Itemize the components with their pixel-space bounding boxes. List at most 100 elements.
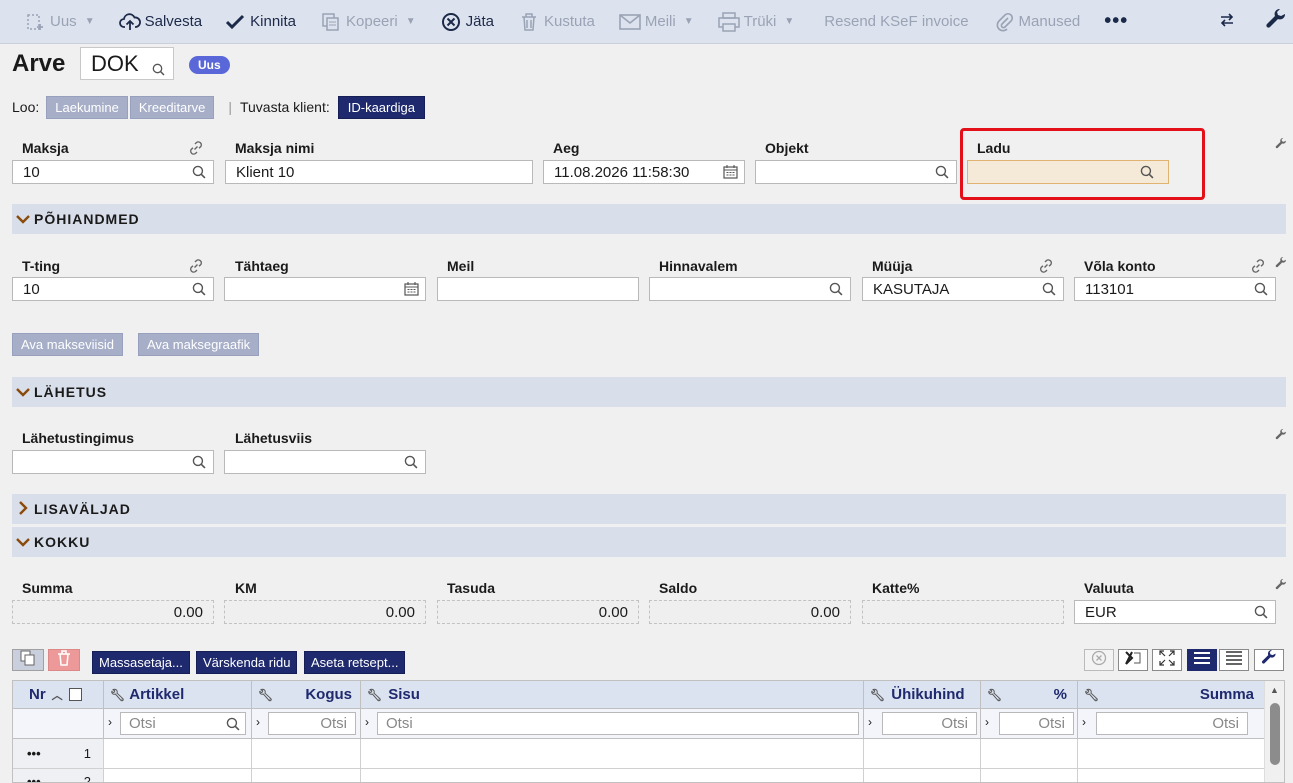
column-header-summa[interactable]: 🔧︎ Summa: [1078, 681, 1265, 709]
print-button[interactable]: Trüki ▼: [712, 0, 801, 44]
aeg-input[interactable]: 11.08.2026 11:58:30: [543, 160, 745, 184]
save-button[interactable]: Salvesta: [113, 0, 209, 44]
valuuta-input[interactable]: EUR: [1074, 600, 1276, 624]
search-icon[interactable]: [935, 165, 949, 183]
search-icon[interactable]: [1042, 282, 1056, 300]
grid-scrollbar[interactable]: ▲: [1264, 681, 1284, 782]
laekumine-button[interactable]: Laekumine: [46, 95, 128, 119]
search-icon[interactable]: [192, 282, 206, 300]
table-cell[interactable]: [1078, 769, 1265, 782]
column-header-kogus[interactable]: 🔧︎ Kogus: [252, 681, 361, 709]
tahtaeg-input[interactable]: [224, 277, 426, 301]
new-caret-icon[interactable]: ▼: [85, 16, 95, 27]
chevron-right-icon[interactable]: ›: [108, 715, 112, 729]
maksja-input[interactable]: 10: [12, 160, 214, 184]
search-icon[interactable]: [829, 282, 843, 300]
wrench-icon[interactable]: [1275, 428, 1287, 444]
more-menu-icon[interactable]: •••: [1104, 10, 1128, 33]
delete-rows-button[interactable]: [48, 649, 80, 671]
table-cell[interactable]: [981, 739, 1078, 769]
row-menu-icon[interactable]: •••: [27, 774, 41, 782]
link-icon[interactable]: [188, 258, 204, 279]
cancel-button[interactable]: Jäta: [434, 0, 500, 44]
wrench-icon[interactable]: 🔧︎: [367, 688, 382, 702]
compact-view-button[interactable]: [1187, 649, 1217, 671]
section-lisavaljad[interactable]: LISAVÄLJAD: [12, 494, 1286, 524]
scrollbar-thumb[interactable]: [1270, 703, 1280, 765]
filter-input-sisu[interactable]: Otsi: [377, 712, 859, 735]
insert-recipe-button[interactable]: Aseta retsept...: [304, 651, 406, 674]
doc-number-field[interactable]: DOK: [80, 47, 174, 80]
chevron-right-icon[interactable]: ›: [365, 715, 369, 729]
chevron-right-icon[interactable]: ›: [256, 715, 260, 729]
column-header-percent[interactable]: 🔧︎ %: [981, 681, 1078, 709]
payment-schedule-button[interactable]: Ava maksegraafik: [138, 333, 260, 356]
table-cell[interactable]: [864, 739, 981, 769]
attachments-button[interactable]: Manused: [987, 0, 1087, 44]
table-cell[interactable]: [361, 739, 864, 769]
calendar-icon[interactable]: [723, 165, 738, 183]
id-card-button[interactable]: ID-kaardiga: [337, 95, 425, 119]
column-header-nr[interactable]: Nr ︿: [13, 681, 104, 709]
wrench-icon[interactable]: [1275, 578, 1287, 594]
filter-input-kogus[interactable]: Otsi: [268, 712, 356, 735]
wrench-icon[interactable]: [1275, 256, 1287, 272]
column-header-sisu[interactable]: 🔧︎ Sisu: [361, 681, 864, 709]
table-cell[interactable]: [1078, 739, 1265, 769]
column-header-uhikuhind[interactable]: 🔧︎ Ühikuhind: [864, 681, 981, 709]
wrench-icon[interactable]: 🔧︎: [870, 688, 885, 702]
objekt-input[interactable]: [755, 160, 957, 184]
wrench-icon[interactable]: 🔧︎: [1084, 688, 1099, 702]
vola-konto-input[interactable]: 113101: [1074, 277, 1276, 301]
column-header-artikkel[interactable]: 🔧︎ Artikkel: [104, 681, 252, 709]
table-row[interactable]: ••• 2: [13, 769, 104, 782]
wrench-icon[interactable]: 🔧︎: [110, 688, 125, 702]
massasetaja-button[interactable]: Massasetaja...: [92, 651, 190, 674]
link-icon[interactable]: [1038, 258, 1054, 279]
new-button[interactable]: Uus ▼: [18, 0, 101, 44]
maksja-nimi-input[interactable]: Klient 10: [225, 160, 533, 184]
search-icon[interactable]: [152, 56, 165, 82]
chevron-right-icon[interactable]: ›: [985, 715, 989, 729]
print-caret-icon[interactable]: ▼: [784, 16, 794, 27]
wrench-icon[interactable]: [1275, 137, 1287, 153]
table-cell[interactable]: [361, 769, 864, 782]
myyja-input[interactable]: KASUTAJA: [862, 277, 1064, 301]
kreeditarve-button[interactable]: Kreeditarve: [129, 95, 215, 119]
table-cell[interactable]: [252, 769, 361, 782]
clear-filter-button[interactable]: [1084, 649, 1114, 671]
filter-input-percent[interactable]: Otsi: [999, 712, 1074, 735]
section-lahetus[interactable]: LÄHETUS: [12, 377, 1286, 407]
select-all-checkbox[interactable]: [68, 688, 82, 701]
copy-rows-button[interactable]: [12, 649, 44, 671]
grid-settings-button[interactable]: [1254, 649, 1284, 671]
t-ting-input[interactable]: 10: [12, 277, 214, 301]
search-icon[interactable]: [192, 165, 206, 183]
payment-methods-button[interactable]: Ava makseviisid: [12, 333, 123, 356]
link-icon[interactable]: [188, 140, 204, 161]
scroll-up-icon[interactable]: ▲: [1270, 685, 1279, 695]
wrench-icon[interactable]: 🔧︎: [258, 688, 273, 702]
mail-caret-icon[interactable]: ▼: [684, 16, 694, 27]
table-cell[interactable]: [864, 769, 981, 782]
filter-input-artikkel[interactable]: Otsi: [120, 712, 246, 735]
calendar-icon[interactable]: [404, 282, 419, 300]
chevron-right-icon[interactable]: ›: [868, 715, 872, 729]
link-icon[interactable]: [1250, 258, 1266, 279]
filter-input-uhikuhind[interactable]: Otsi: [882, 712, 977, 735]
resend-ksef-button[interactable]: Resend KSeF invoice: [818, 0, 974, 44]
search-icon[interactable]: [1254, 282, 1268, 300]
hinnavalem-input[interactable]: [649, 277, 851, 301]
chevron-right-icon[interactable]: ›: [1082, 715, 1086, 729]
wrench-icon[interactable]: [1265, 8, 1287, 35]
copy-button[interactable]: Kopeeri ▼: [314, 0, 422, 44]
table-cell[interactable]: [252, 739, 361, 769]
export-excel-button[interactable]: [1118, 649, 1148, 671]
lahetusviis-input[interactable]: [224, 450, 426, 474]
search-icon[interactable]: [404, 455, 418, 473]
meil-input[interactable]: [437, 277, 639, 301]
fullscreen-button[interactable]: [1152, 649, 1182, 671]
search-icon[interactable]: [1254, 605, 1268, 623]
row-menu-icon[interactable]: •••: [27, 746, 41, 761]
swap-arrows-icon[interactable]: [1219, 12, 1235, 32]
